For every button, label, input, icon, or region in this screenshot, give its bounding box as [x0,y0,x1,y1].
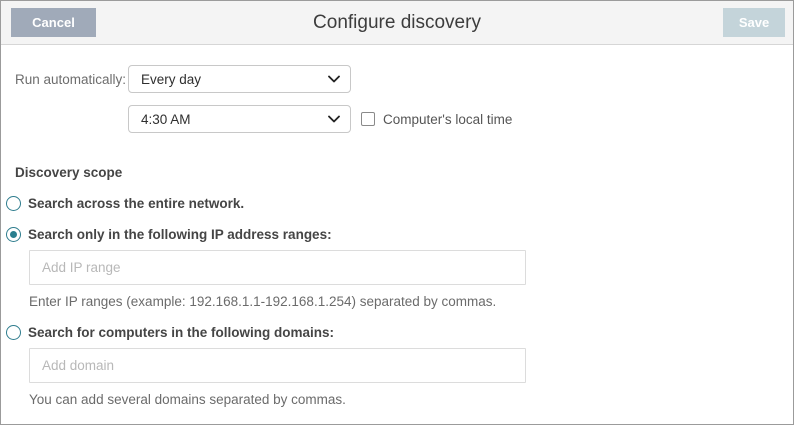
frequency-selected-value: Every day [141,72,201,87]
ip-range-help-text: Enter IP ranges (example: 192.168.1.1-19… [29,294,779,309]
chevron-down-icon [328,75,340,83]
dialog-body: Run automatically: Every day 4:30 AM Com… [1,45,793,424]
time-select[interactable]: 4:30 AM [128,105,351,133]
save-button[interactable]: Save [723,8,785,37]
radio-option-domains[interactable]: Search for computers in the following do… [6,325,779,340]
domain-help-text: You can add several domains separated by… [29,392,779,407]
frequency-select[interactable]: Every day [128,65,351,93]
radio-option-entire-network[interactable]: Search across the entire network. [6,196,779,211]
radio-label: Search for computers in the following do… [28,325,334,340]
run-automatically-label: Run automatically: [15,72,128,87]
page-title: Configure discovery [1,12,793,34]
local-time-checkbox-label: Computer's local time [383,112,512,127]
discovery-scope-heading: Discovery scope [15,165,779,180]
domain-input[interactable] [29,348,526,383]
radio-icon[interactable] [6,196,21,211]
radio-label: Search across the entire network. [28,196,244,211]
checkbox-icon[interactable] [361,112,375,126]
dialog-header: Cancel Configure discovery Save [1,1,793,45]
radio-option-ip-ranges[interactable]: Search only in the following IP address … [6,227,779,242]
radio-label: Search only in the following IP address … [28,227,332,242]
configure-discovery-dialog: Cancel Configure discovery Save Run auto… [0,0,794,425]
cancel-button[interactable]: Cancel [11,8,96,37]
radio-icon[interactable] [6,227,21,242]
run-automatically-row: Run automatically: Every day [15,65,779,93]
ip-range-input[interactable] [29,250,526,285]
local-time-checkbox-group[interactable]: Computer's local time [361,112,512,127]
time-selected-value: 4:30 AM [141,112,191,127]
chevron-down-icon [328,115,340,123]
time-row: 4:30 AM Computer's local time [128,105,779,133]
radio-icon[interactable] [6,325,21,340]
